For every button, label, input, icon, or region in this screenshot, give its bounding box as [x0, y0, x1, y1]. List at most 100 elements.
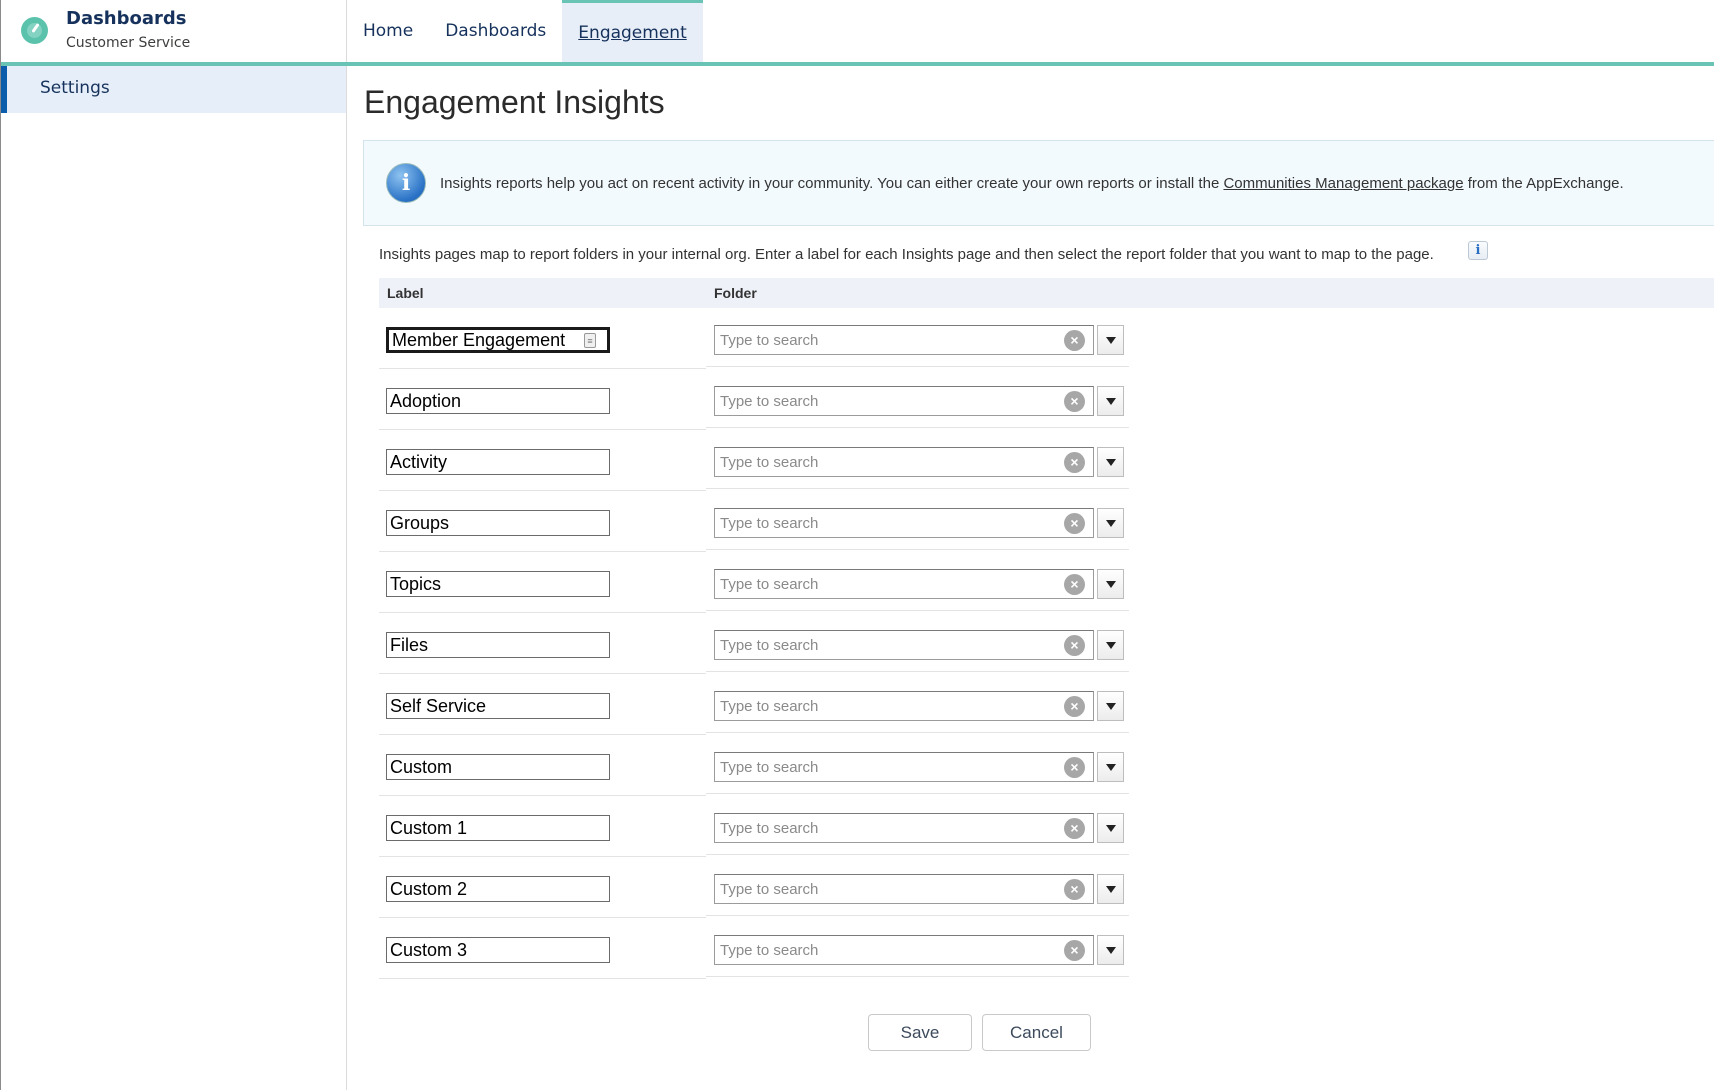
row-divider: [706, 976, 1129, 977]
sidebar-item-settings[interactable]: Settings: [1, 66, 346, 113]
label-input[interactable]: [386, 510, 610, 536]
clear-icon[interactable]: ×: [1064, 513, 1085, 534]
save-button[interactable]: Save: [868, 1014, 972, 1051]
label-input[interactable]: [386, 327, 610, 353]
label-input[interactable]: [386, 815, 610, 841]
intro-text: Insights pages map to report folders in …: [379, 246, 1434, 263]
row-divider: [706, 427, 1129, 428]
folder-dropdown-button[interactable]: [1097, 569, 1124, 599]
folder-lookup: ×: [714, 691, 1094, 721]
table-row: ≡×: [379, 308, 1129, 369]
folder-lookup: ×: [714, 752, 1094, 782]
banner-text-before: Insights reports help you act on recent …: [440, 175, 1224, 192]
folder-dropdown-button[interactable]: [1097, 386, 1124, 416]
label-input[interactable]: [386, 449, 610, 475]
folder-lookup: ×: [714, 630, 1094, 660]
row-divider: [706, 488, 1129, 489]
folder-dropdown-button[interactable]: [1097, 630, 1124, 660]
label-input[interactable]: [386, 937, 610, 963]
folder-search-input[interactable]: [715, 753, 1065, 781]
clear-icon[interactable]: ×: [1064, 879, 1085, 900]
table-row: ×: [379, 369, 1129, 430]
table-row: ×: [379, 857, 1129, 918]
folder-search-input[interactable]: [715, 570, 1065, 598]
info-icon: i: [386, 163, 426, 203]
column-header-label: Label: [387, 285, 424, 301]
folder-search-input[interactable]: [715, 326, 1065, 354]
folder-dropdown-button[interactable]: [1097, 935, 1124, 965]
table-row: ×: [379, 796, 1129, 857]
table-row: ×: [379, 491, 1129, 552]
help-info-icon[interactable]: i: [1468, 241, 1488, 260]
folder-dropdown-button[interactable]: [1097, 508, 1124, 538]
label-input[interactable]: [386, 754, 610, 780]
row-divider: [706, 793, 1129, 794]
folder-lookup: ×: [714, 874, 1094, 904]
table-header: Label Folder: [379, 278, 1714, 308]
app-launcher[interactable]: Dashboards Customer Service: [0, 0, 347, 62]
clear-icon[interactable]: ×: [1064, 574, 1085, 595]
label-input[interactable]: [386, 632, 610, 658]
folder-lookup: ×: [714, 935, 1094, 965]
table-row: ×: [379, 613, 1129, 674]
table-row: ×: [379, 430, 1129, 491]
clear-icon[interactable]: ×: [1064, 330, 1085, 351]
folder-search-input[interactable]: [715, 631, 1065, 659]
sidebar: Settings: [1, 66, 347, 1090]
sidebar-item-label: Settings: [40, 78, 110, 98]
top-nav: Home Dashboards Engagement: [347, 0, 703, 62]
folder-search-input[interactable]: [715, 509, 1065, 537]
cancel-button[interactable]: Cancel: [982, 1014, 1091, 1051]
folder-search-input[interactable]: [715, 814, 1065, 842]
folder-lookup: ×: [714, 569, 1094, 599]
page-title: Engagement Insights: [364, 84, 665, 120]
table-row: ×: [379, 918, 1129, 979]
folder-search-input[interactable]: [715, 875, 1065, 903]
row-divider: [706, 366, 1129, 367]
communities-management-link[interactable]: Communities Management package: [1223, 175, 1463, 192]
label-input[interactable]: [386, 693, 610, 719]
autofill-key-icon[interactable]: ≡: [584, 333, 596, 348]
folder-search-input[interactable]: [715, 936, 1065, 964]
clear-icon[interactable]: ×: [1064, 940, 1085, 961]
folder-dropdown-button[interactable]: [1097, 752, 1124, 782]
clear-icon[interactable]: ×: [1064, 391, 1085, 412]
folder-search-input[interactable]: [715, 692, 1065, 720]
row-divider: [706, 671, 1129, 672]
folder-lookup: ×: [714, 508, 1094, 538]
folder-lookup: ×: [714, 447, 1094, 477]
app-subtitle: Customer Service: [66, 35, 191, 51]
folder-dropdown-button[interactable]: [1097, 813, 1124, 843]
table-row: ×: [379, 552, 1129, 613]
folder-lookup: ×: [714, 813, 1094, 843]
banner-text: Insights reports help you act on recent …: [440, 175, 1624, 192]
label-input[interactable]: [386, 876, 610, 902]
folder-lookup: ×: [714, 386, 1094, 416]
folder-search-input[interactable]: [715, 387, 1065, 415]
tab-home[interactable]: Home: [347, 0, 429, 62]
clear-icon[interactable]: ×: [1064, 818, 1085, 839]
folder-search-input[interactable]: [715, 448, 1065, 476]
app-title: Dashboards: [66, 8, 187, 29]
clear-icon[interactable]: ×: [1064, 696, 1085, 717]
clear-icon[interactable]: ×: [1064, 635, 1085, 656]
folder-dropdown-button[interactable]: [1097, 874, 1124, 904]
row-divider: [379, 978, 706, 979]
label-input[interactable]: [386, 388, 610, 414]
clear-icon[interactable]: ×: [1064, 452, 1085, 473]
top-bar: Dashboards Customer Service Home Dashboa…: [0, 0, 1714, 66]
tab-engagement[interactable]: Engagement: [562, 0, 703, 62]
folder-dropdown-button[interactable]: [1097, 325, 1124, 355]
clear-icon[interactable]: ×: [1064, 757, 1085, 778]
tab-dashboards[interactable]: Dashboards: [429, 0, 562, 62]
table-row: ×: [379, 735, 1129, 796]
folder-dropdown-button[interactable]: [1097, 691, 1124, 721]
row-divider: [706, 915, 1129, 916]
row-divider: [706, 732, 1129, 733]
table-row: ×: [379, 674, 1129, 735]
folder-dropdown-button[interactable]: [1097, 447, 1124, 477]
folder-lookup: ×: [714, 325, 1094, 355]
label-input[interactable]: [386, 571, 610, 597]
dashboard-gauge-icon: [21, 17, 48, 44]
row-divider: [706, 549, 1129, 550]
